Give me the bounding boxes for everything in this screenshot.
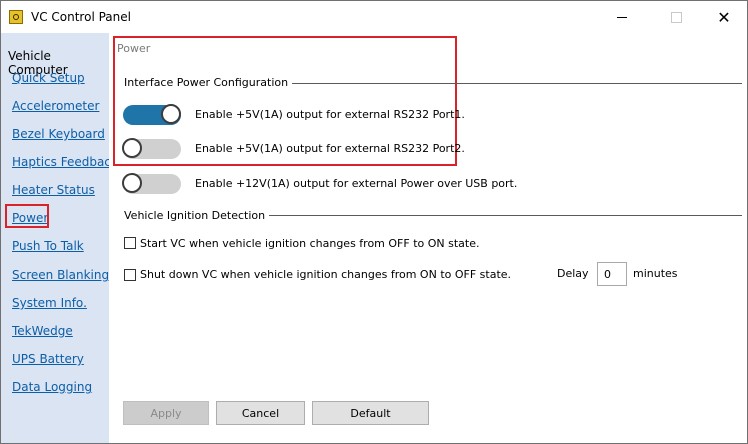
- content-panel: Power Interface Power Configuration Enab…: [109, 33, 747, 443]
- sidebar-item-data-logging[interactable]: Data Logging: [12, 380, 92, 394]
- toggle-knob: [161, 104, 181, 124]
- close-icon: ✕: [717, 7, 731, 27]
- window-title: VC Control Panel: [31, 10, 131, 24]
- ignition-group-title: Vehicle Ignition Detection: [124, 209, 270, 222]
- apply-button[interactable]: Apply: [123, 401, 209, 425]
- group-divider-ignition: [263, 215, 742, 216]
- default-button[interactable]: Default: [312, 401, 429, 425]
- minimize-button[interactable]: [599, 1, 645, 33]
- sidebar-item-quick-setup[interactable]: Quick Setup: [12, 71, 85, 85]
- sidebar-item-bezel-keyboard[interactable]: Bezel Keyboard: [12, 127, 105, 141]
- sidebar-item-push-to-talk[interactable]: Push To Talk: [12, 239, 84, 253]
- toggle-rs232-port2[interactable]: [122, 138, 181, 159]
- minutes-label: minutes: [633, 267, 678, 280]
- shutdown-on-ignition-checkbox[interactable]: [124, 269, 136, 281]
- start-on-ignition-label: Start VC when vehicle ignition changes f…: [140, 237, 480, 250]
- sidebar: Vehicle Computer Quick Setup Acceleromet…: [1, 33, 118, 443]
- sidebar-item-accelerometer[interactable]: Accelerometer: [12, 99, 99, 113]
- close-button[interactable]: ✕: [701, 1, 747, 33]
- title-bar[interactable]: VC Control Panel ✕: [1, 1, 747, 33]
- app-window: VC Control Panel ✕ Vehicle Computer Quic…: [0, 0, 748, 444]
- option-label-usb-power: Enable +12V(1A) output for external Powe…: [195, 177, 518, 190]
- sidebar-item-tekwedge[interactable]: TekWedge: [12, 324, 73, 338]
- sidebar-item-haptics-feedback[interactable]: Haptics Feedback: [12, 155, 118, 169]
- group-divider-interface: [287, 83, 742, 84]
- cancel-button[interactable]: Cancel: [216, 401, 305, 425]
- toggle-knob: [122, 173, 142, 193]
- option-label-rs232-port1: Enable +5V(1A) output for external RS232…: [195, 108, 465, 121]
- toggle-knob: [122, 138, 142, 158]
- sidebar-item-ups-battery[interactable]: UPS Battery: [12, 352, 84, 366]
- shutdown-on-ignition-label: Shut down VC when vehicle ignition chang…: [140, 268, 512, 281]
- sidebar-item-screen-blanking[interactable]: Screen Blanking: [12, 268, 109, 282]
- toggle-rs232-port1[interactable]: [123, 104, 181, 125]
- interface-group-title: Interface Power Configuration: [124, 76, 293, 89]
- selected-item-highlight: [5, 204, 49, 228]
- minimize-icon: [617, 16, 627, 18]
- option-label-rs232-port2: Enable +5V(1A) output for external RS232…: [195, 142, 465, 155]
- delay-label: Delay: [557, 267, 589, 280]
- delay-input[interactable]: [597, 262, 627, 286]
- maximize-icon: [670, 11, 682, 23]
- maximize-button[interactable]: [653, 1, 699, 33]
- start-on-ignition-checkbox[interactable]: [124, 237, 136, 249]
- app-icon: [9, 10, 23, 24]
- toggle-usb-power[interactable]: [122, 173, 181, 194]
- sidebar-item-system-info[interactable]: System Info.: [12, 296, 87, 310]
- sidebar-item-heater-status[interactable]: Heater Status: [12, 183, 95, 197]
